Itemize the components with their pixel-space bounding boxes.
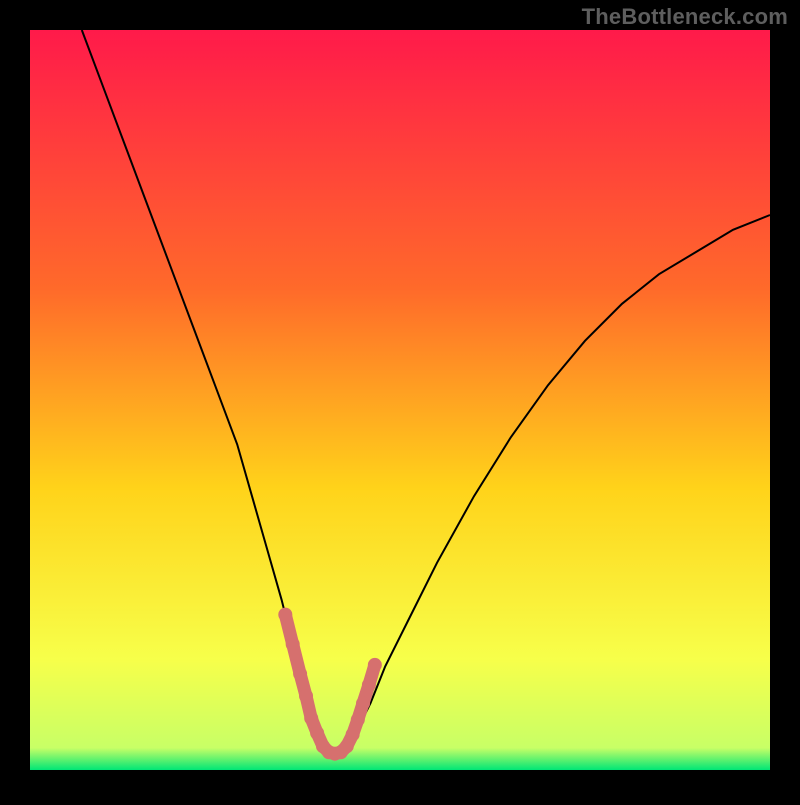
plot-background [30,30,770,770]
highlight-dot [304,711,318,725]
highlight-dot [278,608,292,622]
highlight-dot [368,658,382,672]
highlight-dot [346,727,360,741]
highlight-dot [299,689,313,703]
watermark-text: TheBottleneck.com [582,4,788,30]
highlight-dot [362,678,376,692]
highlight-dot [351,713,365,727]
chart-container: TheBottleneck.com [0,0,800,800]
highlight-dot [286,637,300,651]
highlight-dot [340,739,354,753]
highlight-dot [356,696,370,710]
highlight-dot [293,667,307,681]
highlight-dot [310,726,324,740]
bottleneck-chart [0,0,800,800]
